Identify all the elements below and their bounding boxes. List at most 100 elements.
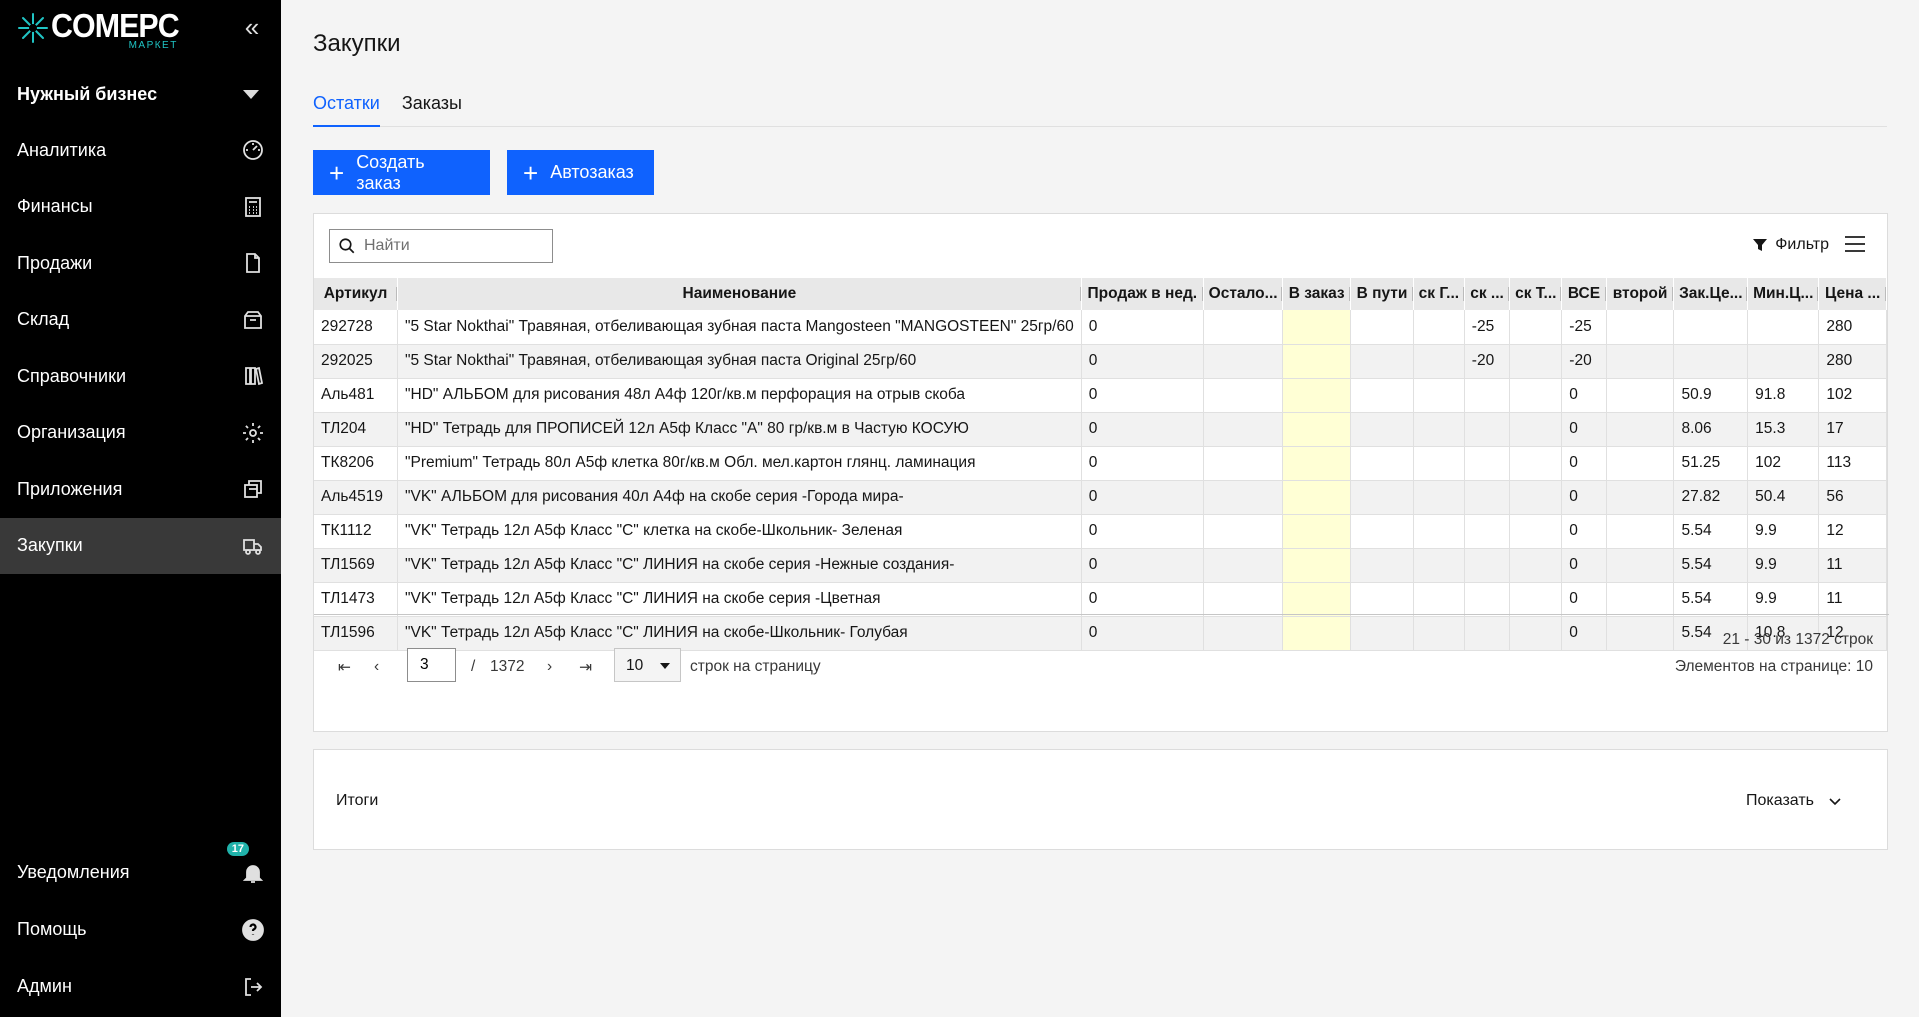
table-cell	[1606, 378, 1675, 413]
column-header[interactable]: ск Т...	[1509, 278, 1563, 310]
table-cell: 12	[1818, 514, 1887, 549]
search-input[interactable]	[364, 237, 544, 255]
column-header[interactable]: ВСЕ	[1561, 278, 1607, 310]
table-cell[interactable]	[1282, 344, 1352, 379]
column-header[interactable]: Наименование	[397, 278, 1082, 310]
show-totals-button[interactable]: Показать	[1746, 792, 1842, 810]
table-row[interactable]: Аль481 "HD" АЛЬБОМ для рисования 48л А4ф …	[314, 378, 1887, 413]
nav-item-applications[interactable]: Приложения	[0, 461, 281, 518]
table-cell	[1464, 446, 1511, 481]
table-body: 292728 "5 Star Nokthai" Травяная, отбелив…	[314, 310, 1887, 651]
nav-item-purchases[interactable]: Закупки	[0, 517, 281, 574]
nav-item-finance[interactable]: Финансы	[0, 179, 281, 236]
logo-text: COMEPC	[51, 7, 180, 44]
table-cell[interactable]	[1282, 446, 1352, 481]
nav-item-analytics[interactable]: Аналитика	[0, 122, 281, 179]
last-page-icon[interactable]: ⇥	[579, 658, 592, 677]
column-header[interactable]: Артикул	[314, 278, 398, 310]
column-header[interactable]: Продаж в нед.	[1081, 278, 1204, 310]
nav-item-help[interactable]: Помощь	[0, 901, 281, 958]
next-page-icon[interactable]: ›	[547, 658, 552, 676]
table-cell	[1203, 378, 1284, 413]
create-order-label: Создать заказ	[356, 151, 425, 193]
table-cell: 0	[1561, 582, 1607, 617]
tab-stock[interactable]: Остатки	[313, 90, 380, 127]
table-row[interactable]: ТЛ204 "HD" Тетрадь для ПРОПИСЕЙ 12л А5ф К…	[314, 412, 1887, 447]
table-cell: 102	[1747, 446, 1820, 481]
create-order-button[interactable]: + Создать заказ	[313, 150, 490, 195]
column-header[interactable]: Остало...	[1203, 278, 1284, 310]
nav-item-notifications[interactable]: Уведомления 17	[0, 842, 281, 901]
hamburger-menu-icon[interactable]	[1845, 236, 1865, 254]
chevron-down-icon	[1829, 798, 1841, 806]
column-header[interactable]: Зак.Це...	[1673, 278, 1749, 310]
truck-icon	[243, 538, 262, 555]
column-header[interactable]: второй	[1606, 278, 1675, 310]
table-row[interactable]: ТК1112 "VK" Тетрадь 12л А5ф Класс "С" кле…	[314, 514, 1887, 549]
nav-item-label: Организация	[17, 422, 126, 443]
table-cell[interactable]	[1282, 582, 1352, 617]
table-cell[interactable]	[1282, 514, 1352, 549]
nav-item-label: Финансы	[17, 196, 93, 217]
prev-page-icon[interactable]: ‹	[374, 658, 379, 676]
nav-item-sales[interactable]: Продажи	[0, 235, 281, 292]
table-cell: "VK" АЛЬБОМ для рисования 40л А4ф на ско…	[397, 480, 1082, 515]
table-cell[interactable]	[1282, 310, 1352, 345]
business-name: Нужный бизнес	[17, 83, 158, 104]
column-header[interactable]: ск Г...	[1413, 278, 1465, 310]
logo[interactable]: COMEPC МАРКЕТ	[17, 8, 190, 58]
column-header[interactable]: ск ...	[1464, 278, 1511, 310]
caret-down-icon	[243, 89, 259, 99]
table-cell: "Premium" Тетрадь 80л А5ф клетка 80г/кв.…	[397, 446, 1082, 481]
table-row[interactable]: 292728 "5 Star Nokthai" Травяная, отбелив…	[314, 310, 1887, 345]
table-cell[interactable]	[1282, 480, 1352, 515]
table-cell	[1464, 412, 1511, 447]
table-cell	[1203, 412, 1284, 447]
table-cell[interactable]	[1282, 548, 1352, 583]
page-number-input[interactable]	[407, 648, 456, 682]
nav-item-label: Справочники	[17, 365, 127, 386]
first-page-icon[interactable]: ⇤	[338, 658, 351, 677]
windows-icon	[244, 480, 262, 499]
column-header[interactable]: Мин.Ц...	[1747, 278, 1820, 310]
auto-order-button[interactable]: + Автозаказ	[507, 150, 654, 195]
table-cell	[1413, 310, 1465, 345]
table-cell	[1606, 480, 1675, 515]
nav-item-warehouse[interactable]: Склад	[0, 292, 281, 349]
column-header[interactable]: Цена ...	[1818, 278, 1887, 310]
nav-item-admin[interactable]: Админ	[0, 958, 281, 1015]
table-row[interactable]: ТЛ1569 "VK" Тетрадь 12л А5ф Класс "С" ЛИН…	[314, 548, 1887, 583]
column-header[interactable]: В заказ	[1282, 278, 1352, 310]
table-cell: 280	[1818, 344, 1887, 379]
tab-orders[interactable]: Заказы	[402, 90, 462, 127]
table-cell	[1464, 514, 1511, 549]
table-row[interactable]: 292025 "5 Star Nokthai" Травяная, отбелив…	[314, 344, 1887, 379]
page-size-select[interactable]: 10	[614, 648, 681, 682]
filter-button[interactable]: Фильтр	[1752, 236, 1829, 254]
row-range: 21 - 30 из 1372 строк	[1722, 631, 1873, 648]
main-nav: Аналитика Финансы Продажи Склад Справочн…	[0, 122, 281, 574]
table-cell: 0	[1081, 548, 1204, 583]
table-cell	[1350, 480, 1414, 515]
table-cell	[1464, 548, 1511, 583]
nav-item-organization[interactable]: Организация	[0, 405, 281, 462]
column-header[interactable]: В пути	[1350, 278, 1414, 310]
table-cell: 0	[1561, 446, 1607, 481]
table-cell	[1203, 446, 1284, 481]
table-row[interactable]: Аль4519 "VK" АЛЬБОМ для рисования 40л А4ф…	[314, 480, 1887, 515]
collapse-sidebar-icon[interactable]: «	[241, 14, 263, 40]
table-cell[interactable]	[1282, 412, 1352, 447]
table-cell: 11	[1818, 548, 1887, 583]
table-cell: 5.54	[1673, 582, 1749, 617]
table-row[interactable]: ТЛ1473 "VK" Тетрадь 12л А5ф Класс "С" ЛИН…	[314, 582, 1887, 617]
business-selector[interactable]: Нужный бизнес	[17, 78, 263, 110]
table-cell: 0	[1081, 412, 1204, 447]
table-cell[interactable]	[1282, 378, 1352, 413]
table-cell	[1509, 412, 1563, 447]
table-row[interactable]: ТК8206 "Premium" Тетрадь 80л А5ф клетка 8…	[314, 446, 1887, 481]
table-cell: 51.25	[1673, 446, 1749, 481]
table-cell	[1606, 344, 1675, 379]
table-cell	[1350, 344, 1414, 379]
nav-item-references[interactable]: Справочники	[0, 348, 281, 405]
table-cell	[1350, 378, 1414, 413]
